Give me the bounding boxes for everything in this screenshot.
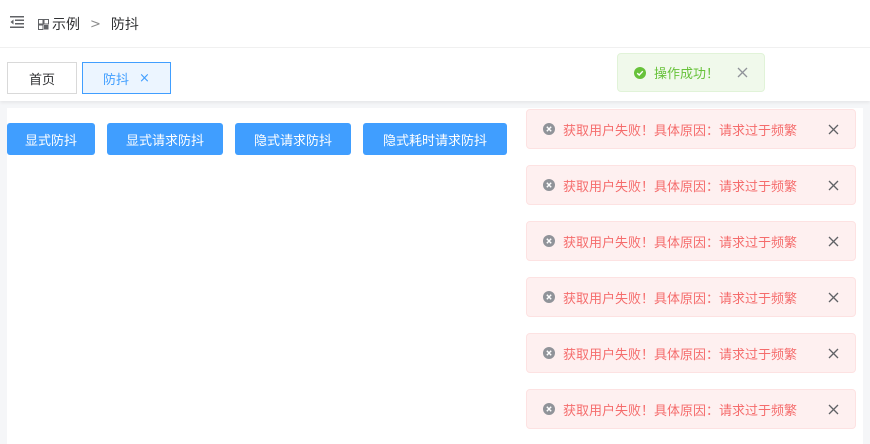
component-icon xyxy=(38,18,49,30)
success-check-icon xyxy=(634,66,646,79)
error-message-text: 获取用户失败！具体原因：请求过于频繁 xyxy=(563,179,798,195)
success-message: 操作成功！ xyxy=(617,53,765,92)
error-message-text: 获取用户失败！具体原因：请求过于频繁 xyxy=(563,403,798,419)
tag-label: 首页 xyxy=(28,72,55,88)
breadcrumb: 示例 > 防抖 xyxy=(38,14,139,34)
error-message: 获取用户失败！具体原因：请求过于频繁 xyxy=(526,333,856,373)
close-icon[interactable] xyxy=(828,348,839,359)
error-message: 获取用户失败！具体原因：请求过于频繁 xyxy=(526,277,856,317)
close-icon[interactable] xyxy=(737,67,748,78)
tag-home[interactable]: 首页 xyxy=(7,62,77,94)
breadcrumb-item-example[interactable]: 示例 xyxy=(52,14,80,34)
error-message-text: 获取用户失败！具体原因：请求过于频繁 xyxy=(563,291,798,307)
breadcrumb-separator: > xyxy=(90,16,101,32)
error-message: 获取用户失败！具体原因：请求过于频繁 xyxy=(526,109,856,149)
error-circle-icon xyxy=(543,179,555,191)
implicit-slow-request-debounce-button[interactable]: 隐式耗时请求防抖 xyxy=(363,123,507,155)
error-message: 获取用户失败！具体原因：请求过于频繁 xyxy=(526,389,856,429)
implicit-request-debounce-button[interactable]: 隐式请求防抖 xyxy=(235,123,351,155)
tag-debounce[interactable]: 防抖 × xyxy=(82,62,171,94)
tag-label: 防抖 xyxy=(103,72,130,88)
menu-fold-icon[interactable] xyxy=(9,14,25,30)
explicit-request-debounce-button[interactable]: 显式请求防抖 xyxy=(107,123,223,155)
close-icon[interactable] xyxy=(828,236,839,247)
close-icon[interactable] xyxy=(828,124,839,135)
error-message-text: 获取用户失败！具体原因：请求过于频繁 xyxy=(563,123,798,139)
error-circle-icon xyxy=(543,291,555,303)
error-message-text: 获取用户失败！具体原因：请求过于频繁 xyxy=(563,235,798,251)
error-message: 获取用户失败！具体原因：请求过于频繁 xyxy=(526,165,856,205)
error-message: 获取用户失败！具体原因：请求过于频繁 xyxy=(526,221,856,261)
explicit-debounce-button[interactable]: 显式防抖 xyxy=(7,123,95,155)
error-circle-icon xyxy=(543,123,555,135)
error-circle-icon xyxy=(543,347,555,359)
close-icon[interactable] xyxy=(828,404,839,415)
error-circle-icon xyxy=(543,235,555,247)
error-circle-icon xyxy=(543,403,555,415)
success-message-text: 操作成功！ xyxy=(654,67,720,82)
close-icon[interactable] xyxy=(828,292,839,303)
top-header: 示例 > 防抖 xyxy=(0,0,870,48)
error-message-text: 获取用户失败！具体原因：请求过于频繁 xyxy=(563,347,798,363)
close-icon[interactable] xyxy=(828,180,839,191)
breadcrumb-item-debounce: 防抖 xyxy=(110,17,139,33)
close-icon[interactable]: × xyxy=(139,71,150,86)
